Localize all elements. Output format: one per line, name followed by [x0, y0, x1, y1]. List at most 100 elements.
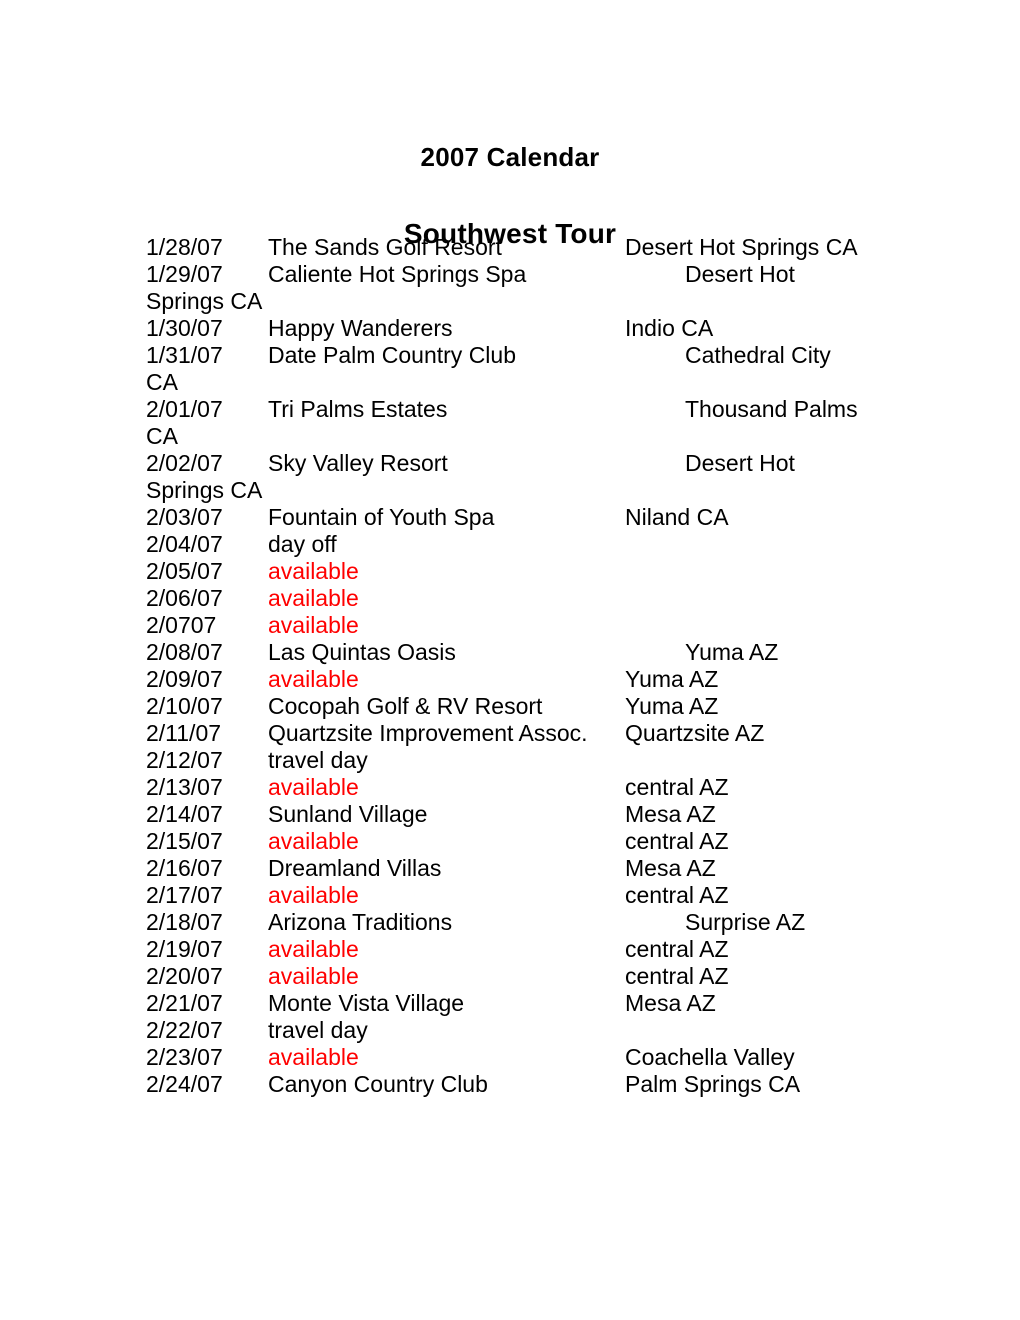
schedule-entry: 2/11/07 Quartzsite Improvement Assoc. Quar…	[146, 720, 886, 747]
schedule-entry: 2/23/07 available Coachella Valley	[146, 1044, 886, 1071]
entry-location: Yuma AZ	[625, 693, 719, 719]
entry-date: 2/06/07	[146, 585, 223, 611]
schedule-row: 2/09/07 available Yuma AZ	[146, 666, 886, 693]
entry-location: central AZ	[625, 828, 729, 854]
schedule-row: 1/31/07 Date Palm Country Club Cathedral C…	[146, 342, 886, 369]
schedule-entry: 1/28/07 The Sands Golf Resort Desert Hot S…	[146, 234, 886, 261]
schedule-row: 1/28/07 The Sands Golf Resort Desert Hot S…	[146, 234, 886, 261]
entry-date: 2/23/07	[146, 1044, 223, 1070]
entry-date: 2/02/07	[146, 450, 223, 476]
entry-date: 1/30/07	[146, 315, 223, 341]
schedule-row: 2/23/07 available Coachella Valley	[146, 1044, 886, 1071]
entry-date: 1/28/07	[146, 234, 223, 260]
entry-date: 1/29/07	[146, 261, 223, 287]
schedule-row: 2/05/07 available	[146, 558, 886, 585]
schedule-entry: 2/22/07 travel day	[146, 1017, 886, 1044]
entry-description: travel day	[268, 1017, 368, 1043]
schedule-row: 2/0707 available	[146, 612, 886, 639]
entry-location: Coachella Valley	[625, 1044, 795, 1070]
entry-description: day off	[268, 531, 337, 557]
entry-location: Palm Springs CA	[625, 1071, 801, 1097]
schedule-row: 1/30/07 Happy Wanderers Indio CA	[146, 315, 886, 342]
entry-location: Desert Hot	[685, 261, 795, 287]
entry-available: available	[268, 612, 359, 638]
entry-date: 2/19/07	[146, 936, 223, 962]
entry-location-continuation: Springs CA	[146, 288, 263, 314]
schedule-row: 2/15/07 available central AZ	[146, 828, 886, 855]
entry-available: available	[268, 585, 359, 611]
schedule-entry: 2/02/07 Sky Valley Resort Desert Hot Spring…	[146, 450, 886, 504]
entry-description: Canyon Country Club	[268, 1071, 488, 1097]
entry-description: Sunland Village	[268, 801, 428, 827]
entry-description: Sky Valley Resort	[268, 450, 448, 476]
entry-location: Mesa AZ	[625, 855, 716, 881]
entry-location-continuation: CA	[146, 369, 178, 395]
schedule-entry: 2/09/07 available Yuma AZ	[146, 666, 886, 693]
entry-description: Cocopah Golf & RV Resort	[268, 693, 543, 719]
schedule-entry: 2/05/07 available	[146, 558, 886, 585]
schedule-entry: 1/29/07 Caliente Hot Springs Spa Desert Ho…	[146, 261, 886, 315]
entry-location: Surprise AZ	[685, 909, 806, 935]
entry-location: Yuma AZ	[685, 639, 779, 665]
entry-date: 1/31/07	[146, 342, 223, 368]
entry-date: 2/10/07	[146, 693, 223, 719]
schedule-row: 2/24/07 Canyon Country Club Palm Springs C…	[146, 1071, 886, 1098]
schedule-entry: 2/18/07 Arizona Traditions Surprise AZ	[146, 909, 886, 936]
entry-location: Yuma AZ	[625, 666, 719, 692]
schedule-row: 2/08/07 Las Quintas Oasis Yuma AZ	[146, 639, 886, 666]
document-page: 2007 Calendar Southwest Tour 1/28/07 The …	[0, 0, 1020, 1320]
schedule-row: 2/12/07 travel day	[146, 747, 886, 774]
entry-available: available	[268, 882, 359, 908]
entry-date: 2/15/07	[146, 828, 223, 854]
page-title: 2007 Calendar	[420, 142, 600, 173]
entry-location-continuation: Springs CA	[146, 477, 263, 503]
schedule-entry: 2/13/07 available central AZ	[146, 774, 886, 801]
entry-description: The Sands Golf Resort	[268, 234, 502, 260]
schedule-row: 2/02/07 Sky Valley Resort Desert Hot	[146, 450, 886, 477]
entry-available: available	[268, 828, 359, 854]
entry-date: 2/03/07	[146, 504, 223, 530]
schedule-row: 2/18/07 Arizona Traditions Surprise AZ	[146, 909, 886, 936]
schedule-row: 2/13/07 available central AZ	[146, 774, 886, 801]
entry-description: Las Quintas Oasis	[268, 639, 456, 665]
entry-description: Monte Vista Village	[268, 990, 465, 1016]
schedule-row: 2/22/07 travel day	[146, 1017, 886, 1044]
schedule-entry: 2/12/07 travel day	[146, 747, 886, 774]
schedule-entry: 2/15/07 available central AZ	[146, 828, 886, 855]
entry-date: 2/05/07	[146, 558, 223, 584]
entry-description: Caliente Hot Springs Spa	[268, 261, 527, 287]
entry-location: central AZ	[625, 936, 729, 962]
schedule-row: 2/20/07 available central AZ	[146, 963, 886, 990]
entry-available: available	[268, 558, 359, 584]
entry-location: Niland CA	[625, 504, 729, 530]
schedule-entry: 2/06/07 available	[146, 585, 886, 612]
entry-date: 2/18/07	[146, 909, 223, 935]
schedule-row: 2/03/07 Fountain of Youth Spa Niland CA	[146, 504, 886, 531]
schedule-entry: 1/31/07 Date Palm Country Club Cathedral C…	[146, 342, 886, 396]
entry-description: Happy Wanderers	[268, 315, 453, 341]
schedule-entry: 2/14/07 Sunland Village Mesa AZ	[146, 801, 886, 828]
schedule-entry: 1/30/07 Happy Wanderers Indio CA	[146, 315, 886, 342]
entry-available: available	[268, 936, 359, 962]
entry-description: Tri Palms Estates	[268, 396, 448, 422]
schedule-row: 1/29/07 Caliente Hot Springs Spa Desert Ho…	[146, 261, 886, 288]
schedule-row: 2/10/07 Cocopah Golf & RV Resort Yuma AZ	[146, 693, 886, 720]
entry-available: available	[268, 774, 359, 800]
entry-description: Fountain of Youth Spa	[268, 504, 495, 530]
entry-date: 2/14/07	[146, 801, 223, 827]
entry-location: Cathedral City	[685, 342, 831, 368]
entry-description: Dreamland Villas	[268, 855, 442, 881]
entry-date: 2/04/07	[146, 531, 223, 557]
entry-location: Quartzsite AZ	[625, 720, 765, 746]
schedule-row: 2/11/07 Quartzsite Improvement Assoc. Quar…	[146, 720, 886, 747]
schedule-list: 1/28/07 The Sands Golf Resort Desert Hot S…	[146, 234, 886, 1098]
schedule-row: 2/17/07 available central AZ	[146, 882, 886, 909]
schedule-row: 2/14/07 Sunland Village Mesa AZ	[146, 801, 886, 828]
entry-date: 2/01/07	[146, 396, 223, 422]
schedule-entry: 2/17/07 available central AZ	[146, 882, 886, 909]
entry-location: Mesa AZ	[625, 990, 716, 1016]
entry-location-continuation: CA	[146, 423, 178, 449]
entry-location: Desert Hot Springs CA	[625, 234, 858, 260]
entry-date: 2/17/07	[146, 882, 223, 908]
schedule-entry: 2/24/07 Canyon Country Club Palm Springs C…	[146, 1071, 886, 1098]
